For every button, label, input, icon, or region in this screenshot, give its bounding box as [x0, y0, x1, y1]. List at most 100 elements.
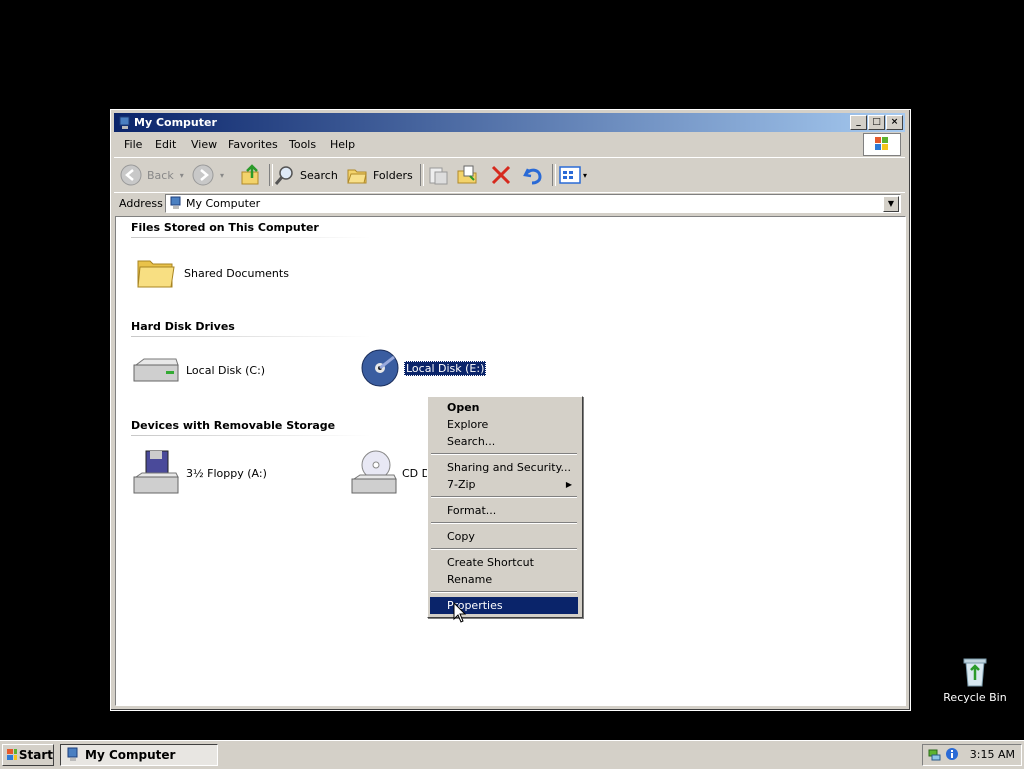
floppy-drive-icon — [133, 450, 179, 494]
taskbar: Start My Computer 3:15 AM — [0, 740, 1024, 769]
cd-disk-icon — [361, 349, 399, 387]
back-button[interactable]: Back ▾ — [120, 163, 184, 187]
menu-item-copy[interactable]: Copy — [430, 528, 578, 545]
toolbar-separator — [420, 164, 424, 186]
menu-edit[interactable]: Edit — [155, 138, 176, 151]
group-divider — [131, 336, 371, 337]
window-title: My Computer — [134, 116, 217, 129]
start-button[interactable]: Start — [2, 744, 54, 766]
menu-item-sharing-security[interactable]: Sharing and Security... — [430, 459, 578, 476]
computer-icon — [67, 747, 78, 761]
menu-tools[interactable]: Tools — [289, 138, 316, 151]
address-value: My Computer — [186, 197, 261, 210]
copy-to-icon — [457, 165, 477, 184]
cd-drive-label: CD D — [402, 466, 431, 480]
menu-separator — [431, 496, 577, 498]
local-disk-c-label: Local Disk (C:) — [186, 363, 266, 377]
back-arrow-icon — [120, 164, 142, 186]
menu-item-7zip-label: 7-Zip — [447, 478, 476, 491]
copy-to-button[interactable] — [456, 163, 478, 187]
hard-disk-icon — [133, 358, 179, 382]
cd-drive-item[interactable]: CD D — [350, 449, 430, 497]
back-dropdown-icon[interactable]: ▾ — [180, 171, 184, 180]
views-button[interactable]: ▾ — [559, 163, 587, 187]
menu-item-7zip[interactable]: 7-Zip ▶ — [430, 476, 578, 493]
undo-icon — [523, 168, 542, 185]
folder-icon — [137, 260, 175, 288]
move-to-button[interactable] — [427, 163, 449, 187]
menu-separator — [431, 591, 577, 593]
address-input[interactable]: My Computer ▼ — [165, 194, 901, 213]
up-folder-button[interactable] — [240, 163, 262, 187]
views-dropdown-icon[interactable]: ▾ — [583, 171, 587, 180]
forward-dropdown-icon[interactable]: ▾ — [220, 171, 224, 180]
recycle-bin[interactable]: Recycle Bin — [940, 656, 1010, 704]
local-disk-e-item[interactable]: Local Disk (E:) — [358, 347, 487, 389]
menu-item-create-shortcut[interactable]: Create Shortcut — [430, 554, 578, 571]
move-to-icon — [429, 167, 448, 185]
search-button[interactable]: Search — [274, 163, 338, 187]
toolbar-separator — [552, 164, 556, 186]
system-tray: 3:15 AM — [922, 744, 1022, 766]
address-bar: Address My Computer ▼ — [114, 192, 905, 215]
recycle-bin-label: Recycle Bin — [943, 691, 1007, 704]
shared-documents-item[interactable]: Shared Documents — [136, 253, 289, 293]
network-icon[interactable] — [927, 747, 941, 761]
submenu-arrow-icon: ▶ — [565, 480, 572, 489]
group-header-files: Files Stored on This Computer — [131, 221, 319, 234]
forward-button[interactable]: ▾ — [192, 163, 224, 187]
close-button[interactable]: × — [886, 115, 903, 130]
clock: 3:15 AM — [969, 748, 1015, 761]
minimize-button[interactable]: _ — [850, 115, 867, 130]
info-icon[interactable] — [945, 747, 959, 761]
menu-item-rename[interactable]: Rename — [430, 571, 578, 588]
context-menu: Open Explore Search... Sharing and Secur… — [427, 396, 583, 618]
menu-separator — [431, 548, 577, 550]
folders-button[interactable]: Folders — [346, 163, 413, 187]
computer-icon — [170, 196, 181, 209]
floppy-a-label: 3½ Floppy (A:) — [186, 466, 267, 480]
undo-button[interactable] — [522, 163, 544, 187]
menu-item-open[interactable]: Open — [430, 399, 578, 416]
floppy-a-item[interactable]: 3½ Floppy (A:) — [132, 449, 267, 497]
maximize-button[interactable]: □ — [868, 115, 885, 130]
toolbar: Back ▾ ▾ Search Folders ▾ — [114, 157, 905, 192]
local-disk-e-label: Local Disk (E:) — [404, 360, 487, 376]
forward-arrow-icon — [192, 164, 214, 186]
delete-button[interactable] — [490, 163, 512, 187]
group-divider — [131, 435, 371, 436]
menu-view[interactable]: View — [191, 138, 217, 151]
menu-help[interactable]: Help — [330, 138, 355, 151]
windows-logo-icon — [863, 133, 901, 156]
taskbar-item-my-computer[interactable]: My Computer — [60, 744, 218, 766]
menu-file[interactable]: File — [124, 138, 142, 151]
shared-documents-label: Shared Documents — [184, 266, 289, 280]
group-divider — [131, 237, 371, 238]
menu-item-format[interactable]: Format... — [430, 502, 578, 519]
search-label: Search — [300, 168, 338, 182]
taskbar-item-label: My Computer — [85, 748, 176, 762]
menu-item-explore[interactable]: Explore — [430, 416, 578, 433]
folders-label: Folders — [373, 168, 413, 182]
recycle-bin-icon — [963, 658, 987, 687]
folders-icon — [347, 169, 367, 184]
cd-drive-icon — [351, 450, 397, 494]
group-header-removable: Devices with Removable Storage — [131, 419, 336, 432]
menu-item-search[interactable]: Search... — [430, 433, 578, 450]
start-label: Start — [18, 748, 53, 762]
local-disk-c-item[interactable]: Local Disk (C:) — [132, 353, 265, 387]
windows-flag-icon — [7, 749, 17, 760]
views-icon — [559, 166, 581, 184]
search-icon — [274, 166, 293, 185]
menu-favorites[interactable]: Favorites — [228, 138, 278, 151]
group-header-hdd: Hard Disk Drives — [131, 320, 235, 333]
title-bar[interactable]: My Computer _ □ × — [114, 113, 905, 132]
address-dropdown-icon[interactable]: ▼ — [883, 196, 899, 212]
mouse-cursor-icon — [453, 602, 467, 623]
menu-bar: File Edit View Favorites Tools Help — [114, 133, 905, 156]
back-label: Back — [147, 168, 174, 182]
menu-separator — [431, 453, 577, 455]
delete-icon — [491, 165, 511, 185]
address-label: Address — [119, 197, 163, 210]
up-folder-icon — [241, 164, 259, 185]
